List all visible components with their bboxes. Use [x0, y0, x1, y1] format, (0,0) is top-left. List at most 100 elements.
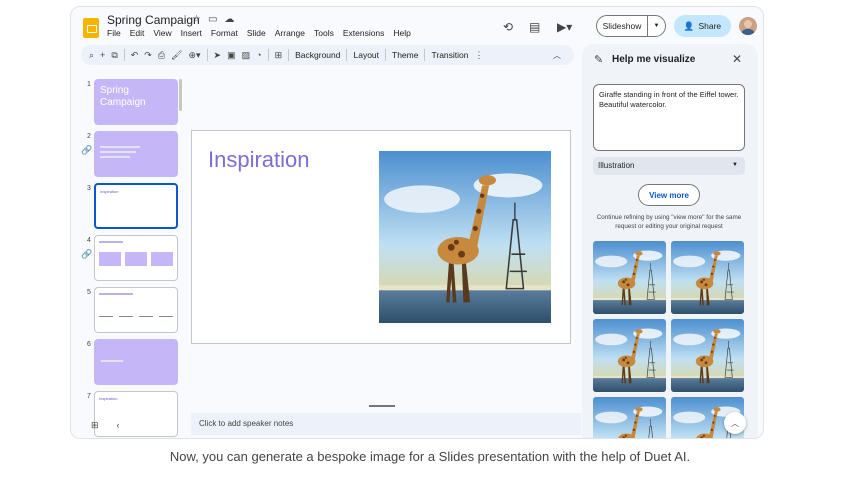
collapse-filmstrip-icon[interactable]: ‹: [117, 420, 120, 431]
toolbar-divider: [123, 49, 125, 61]
thumbnail-text-line: [119, 316, 133, 317]
menu-tools[interactable]: Tools: [314, 28, 334, 38]
thumbnail-text-line: [139, 316, 153, 317]
move-folder-icon[interactable]: ▭: [208, 14, 217, 25]
thumbnail-title: Inspiration: [99, 396, 118, 401]
slide-title[interactable]: Inspiration: [208, 147, 310, 173]
slide-number: 6: [87, 341, 91, 348]
generated-image[interactable]: [671, 319, 744, 392]
thumbnail-text-line: [100, 146, 140, 148]
meet-video-icon[interactable]: ▶▾: [557, 20, 572, 34]
cloud-status-icon[interactable]: ☁: [224, 14, 234, 25]
thumbnail-box: [151, 252, 173, 266]
slide-number: 7: [87, 393, 91, 400]
toolbar: ⌕ + ⧉ ↶ ↷ ⎙ 🖌 ⊕▾ ➤ ▣ ▨ ◔ ⊞ Background La…: [81, 45, 574, 65]
menu-insert[interactable]: Insert: [181, 28, 202, 38]
search-menus-icon[interactable]: ⌕: [89, 50, 94, 61]
generated-image[interactable]: [593, 241, 666, 314]
title-icons: ☆ ▭ ☁: [192, 14, 234, 25]
paint-format-icon[interactable]: 🖌: [171, 50, 182, 61]
thumbnail-box: [125, 252, 147, 266]
select-cursor-icon[interactable]: ➤: [214, 50, 222, 61]
filmstrip-scrollbar[interactable]: [179, 79, 182, 111]
slide-thumbnail-3[interactable]: Inspiration: [94, 183, 178, 229]
scroll-up-button[interactable]: ︿: [724, 412, 746, 434]
thumbnail-box: [99, 252, 121, 266]
document-title[interactable]: Spring Campaign: [107, 13, 200, 27]
zoom-icon[interactable]: ⊕▾: [188, 50, 200, 61]
slide-thumbnail-6[interactable]: [94, 339, 178, 385]
slideshow-button[interactable]: Slideshow ▼: [596, 15, 666, 37]
star-icon[interactable]: ☆: [192, 14, 201, 25]
menu-help[interactable]: Help: [393, 28, 410, 38]
menu-arrange[interactable]: Arrange: [275, 28, 305, 38]
slide-number: 4: [87, 237, 91, 244]
slides-logo-icon[interactable]: [83, 18, 99, 38]
toolbar-divider: [288, 49, 290, 61]
thumbnail-title: Inspiration: [100, 189, 119, 194]
menu-edit[interactable]: Edit: [130, 28, 145, 38]
generated-image[interactable]: [671, 241, 744, 314]
close-icon[interactable]: ✕: [732, 52, 742, 66]
slide-number: 3: [87, 185, 91, 192]
menu-format[interactable]: Format: [211, 28, 238, 38]
view-more-button[interactable]: View more: [638, 184, 700, 206]
slide-thumbnail-2[interactable]: [94, 131, 178, 177]
menu-extensions[interactable]: Extensions: [343, 28, 385, 38]
grid-view-icon[interactable]: ⊞: [91, 420, 99, 431]
link-icon: 🔗: [81, 145, 93, 155]
background-button[interactable]: Background: [295, 50, 340, 60]
slideshow-options-icon[interactable]: ▼: [648, 23, 665, 29]
toolbar-divider: [267, 49, 269, 61]
menu-slide[interactable]: Slide: [247, 28, 266, 38]
menu-file[interactable]: File: [107, 28, 121, 38]
help-me-visualize-panel: ✎ Help me visualize ✕ Giraffe standing i…: [582, 44, 758, 439]
new-slide-layout-icon[interactable]: ⧉: [111, 50, 117, 61]
thumbnail-text-line: [159, 316, 173, 317]
slide-thumbnail-1[interactable]: Spring Campaign: [94, 79, 178, 125]
thumbnail-heading: [99, 293, 133, 295]
share-button[interactable]: 👤 Share: [674, 15, 731, 37]
slide-canvas[interactable]: Inspiration: [191, 130, 571, 344]
transition-button[interactable]: Transition: [431, 50, 468, 60]
speaker-notes[interactable]: Click to add speaker notes: [191, 413, 581, 435]
layout-button[interactable]: Layout: [353, 50, 379, 60]
add-comment-icon[interactable]: ⊞: [275, 50, 283, 61]
menu-view[interactable]: View: [153, 28, 171, 38]
link-icon: 🔗: [81, 249, 93, 259]
style-selected-value: Illustration: [598, 161, 635, 170]
generated-images-grid: [593, 241, 745, 439]
thumbnail-heading: [99, 241, 123, 243]
prompt-input[interactable]: Giraffe standing in front of the Eiffel …: [593, 84, 745, 151]
avatar[interactable]: [739, 17, 757, 35]
slide-thumbnail-4[interactable]: [94, 235, 178, 281]
caret-down-icon: ▼: [732, 162, 738, 168]
magic-wand-icon: ✎: [594, 54, 604, 66]
redo-icon[interactable]: ↷: [144, 50, 152, 61]
generated-image[interactable]: [593, 319, 666, 392]
thumbnail-text-line: [100, 151, 136, 153]
caption: Now, you can generate a bespoke image fo…: [169, 449, 691, 464]
generated-image[interactable]: [593, 397, 666, 439]
menu-bar: File Edit View Insert Format Slide Arran…: [107, 28, 411, 38]
thumbnail-text-line: [100, 156, 130, 158]
version-history-icon[interactable]: ⟲: [503, 20, 513, 34]
thumbnail-text-line: [101, 360, 123, 362]
people-icon: 👤: [683, 20, 695, 31]
shape-icon[interactable]: ◔: [256, 50, 261, 60]
slide-number: 1: [87, 81, 91, 88]
slide-thumbnail-5[interactable]: [94, 287, 178, 333]
notes-resize-handle[interactable]: [369, 405, 395, 407]
giraffe-eiffel-image[interactable]: [379, 151, 551, 323]
collapse-toolbar-icon[interactable]: ︿: [553, 50, 561, 61]
thumbnail-text-line: [99, 316, 113, 317]
more-options-icon[interactable]: ⋮: [475, 50, 484, 61]
undo-icon[interactable]: ↶: [131, 50, 139, 61]
print-icon[interactable]: ⎙: [158, 50, 165, 61]
style-dropdown[interactable]: Illustration ▼: [593, 157, 745, 175]
text-box-icon[interactable]: ▣: [227, 50, 236, 61]
comments-icon[interactable]: ▤: [529, 20, 540, 34]
new-slide-icon[interactable]: +: [100, 50, 105, 60]
insert-image-icon[interactable]: ▨: [242, 50, 251, 61]
theme-button[interactable]: Theme: [392, 50, 418, 60]
